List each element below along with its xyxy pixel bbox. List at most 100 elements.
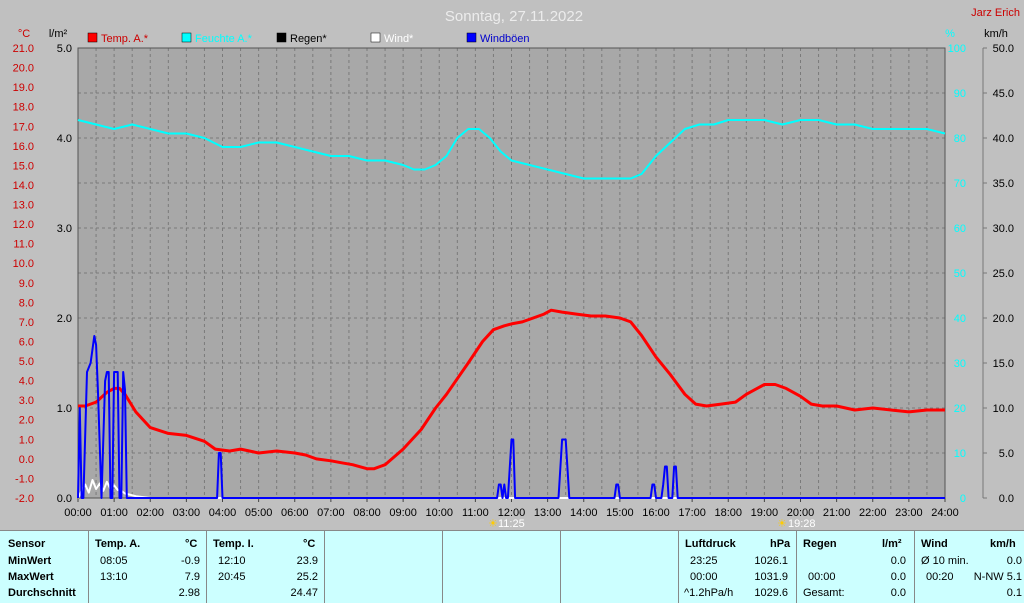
- rain-min-value: 0.0: [890, 555, 906, 567]
- x-tick-label: 22:00: [859, 507, 887, 519]
- humidity-axis-tick-label: 10: [954, 448, 966, 460]
- rain-axis-tick-label: 2.0: [57, 313, 72, 325]
- x-tick-label: 16:00: [642, 507, 670, 519]
- legend-swatch: [370, 32, 381, 43]
- x-tick-label: 01:00: [100, 507, 128, 519]
- legend-label: Regen*: [290, 33, 327, 45]
- rain-axis-tick-label: 3.0: [57, 223, 72, 235]
- temp-axis-tick-label: 12.0: [13, 219, 34, 231]
- wind-avg-value: 0.1: [1006, 587, 1022, 599]
- x-tick-label: 09:00: [389, 507, 417, 519]
- humidity-axis-tick-label: 90: [954, 88, 966, 100]
- humidity-axis-tick-label: 50: [954, 268, 966, 280]
- wind-header: Wind: [921, 538, 948, 550]
- humidity-axis-tick-label: 40: [954, 313, 966, 325]
- pressure-header: Luftdruck: [685, 538, 736, 550]
- rain-total-value: 0.0: [890, 587, 906, 599]
- temp-axis-tick-label: -2.0: [15, 493, 34, 505]
- temp-axis-tick-label: 14.0: [13, 180, 34, 192]
- temp-a-max-time: 13:10: [100, 571, 128, 583]
- x-tick-label: 15:00: [606, 507, 634, 519]
- humidity-axis-tick-label: 60: [954, 223, 966, 235]
- row-label-min: MinWert: [8, 555, 52, 567]
- temp-axis-tick-label: 15.0: [13, 160, 34, 172]
- wind-axis-tick-label: 35.0: [993, 178, 1014, 190]
- temp-axis-tick-label: 13.0: [13, 200, 34, 212]
- rain-axis-tick-label: 1.0: [57, 403, 72, 415]
- temp-axis-tick-label: 2.0: [19, 415, 34, 427]
- wind-axis-tick-label: 45.0: [993, 88, 1014, 100]
- unit-rain-label: l/m²: [49, 28, 68, 40]
- wind-avg10-value: 0.0: [1006, 555, 1022, 567]
- unit-wind-label: km/h: [984, 28, 1008, 40]
- divider: [206, 531, 207, 603]
- x-tick-label: 13:00: [534, 507, 562, 519]
- wind-avg10-label: Ø 10 min.: [921, 555, 969, 567]
- row-label-max: MaxWert: [8, 571, 54, 583]
- humidity-axis-tick-label: 80: [954, 133, 966, 145]
- x-tick-label: 17:00: [678, 507, 706, 519]
- wind-axis-tick-label: 5.0: [999, 448, 1014, 460]
- rain-header: Regen: [803, 538, 837, 550]
- temp-axis-tick-label: 4.0: [19, 376, 34, 388]
- x-tick-label: 19:00: [751, 507, 779, 519]
- unit-humidity-label: %: [945, 28, 955, 40]
- pressure-unit: hPa: [770, 538, 791, 550]
- legend-label: Windböen: [480, 33, 530, 45]
- x-tick-label: 08:00: [353, 507, 381, 519]
- wind-max-value: N-NW 5.1: [973, 571, 1022, 583]
- stats-panel: Sensor MinWert MaxWert Durchschnitt Temp…: [0, 530, 1024, 603]
- temp-a-min-time: 08:05: [100, 555, 128, 567]
- temp-axis-tick-label: 18.0: [13, 102, 34, 114]
- temp-axis-tick-label: 9.0: [19, 278, 34, 290]
- temp-i-max-time: 20:45: [218, 571, 246, 583]
- sunset-time: 19:28: [788, 518, 816, 530]
- legend-label: Feuchte A.*: [195, 33, 253, 45]
- weather-chart: 00:00 01:00 02:00 03:00 04:00 05:00 06:00 07:00…: [0, 0, 1024, 530]
- temp-a-unit: °C: [185, 538, 198, 550]
- x-tick-label: 21:00: [823, 507, 851, 519]
- pressure-max-value: 1031.9: [754, 571, 788, 583]
- temp-a-min-value: -0.9: [181, 555, 200, 567]
- legend-label: Wind*: [384, 33, 414, 45]
- humidity-axis-tick-label: 0: [960, 493, 966, 505]
- temp-i-max-value: 25.2: [296, 571, 318, 583]
- rain-max-value: 0.0: [890, 571, 906, 583]
- x-tick-label: 06:00: [281, 507, 309, 519]
- sunset-icon: ☀: [777, 518, 787, 530]
- humidity-axis-tick-label: 20: [954, 403, 966, 415]
- rain-axis-tick-label: 4.0: [57, 133, 72, 145]
- wind-axis-tick-label: 10.0: [993, 403, 1014, 415]
- x-tick-label: 23:00: [895, 507, 923, 519]
- x-tick-label: 03:00: [173, 507, 201, 519]
- divider: [678, 531, 679, 603]
- sunrise-time: 11:25: [498, 518, 525, 530]
- legend-swatch: [87, 32, 98, 43]
- x-tick-label: 00:00: [64, 507, 92, 519]
- wind-axis-tick-label: 20.0: [993, 313, 1014, 325]
- sunrise-icon: ☀: [488, 518, 498, 530]
- divider: [914, 531, 915, 603]
- x-tick-label: 14:00: [570, 507, 598, 519]
- divider: [442, 531, 443, 603]
- pressure-max-time: 00:00: [690, 571, 718, 583]
- temp-i-min-value: 23.9: [296, 555, 318, 567]
- x-tick-label: 07:00: [317, 507, 345, 519]
- pressure-trend: ^1.2hPa/h: [684, 587, 734, 599]
- temp-axis-tick-label: 21.0: [13, 43, 34, 55]
- x-tick-label: 05:00: [245, 507, 273, 519]
- temp-a-header: Temp. A.: [95, 538, 141, 550]
- wind-unit: km/h: [990, 538, 1016, 550]
- rain-axis-tick-label: 0.0: [57, 493, 72, 505]
- temp-a-avg-value: 2.98: [178, 587, 200, 599]
- legend-swatch: [276, 32, 287, 43]
- unit-temp-label: °C: [18, 28, 30, 40]
- temp-axis-tick-label: 1.0: [19, 434, 34, 446]
- temp-axis-tick-label: 0.0: [19, 454, 34, 466]
- row-label-avg: Durchschnitt: [8, 587, 76, 599]
- x-tick-label: 10:00: [425, 507, 453, 519]
- rain-unit: l/m²: [882, 538, 902, 550]
- pressure-min-value: 1026.1: [754, 555, 788, 567]
- legend-label: Temp. A.*: [101, 33, 149, 45]
- temp-axis-tick-label: 8.0: [19, 297, 34, 309]
